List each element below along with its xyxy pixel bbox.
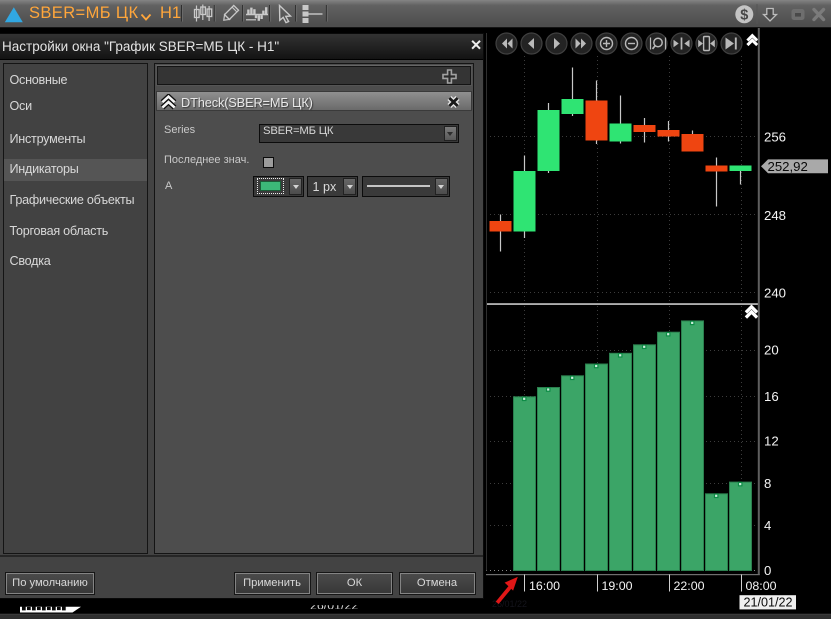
svg-text:4: 4 bbox=[764, 518, 771, 533]
svg-text:248: 248 bbox=[764, 208, 786, 223]
svg-text:$: $ bbox=[740, 7, 748, 23]
svg-text:20: 20 bbox=[764, 343, 779, 358]
svg-text:0: 0 bbox=[764, 563, 771, 578]
svg-text:21/01/22: 21/01/22 bbox=[744, 596, 793, 610]
svg-text:240: 240 bbox=[764, 285, 786, 300]
svg-text:08:00: 08:00 bbox=[746, 579, 777, 593]
svg-text:256: 256 bbox=[764, 129, 786, 144]
svg-text:16: 16 bbox=[764, 389, 779, 404]
svg-text:8: 8 bbox=[764, 476, 771, 491]
svg-text:252,92: 252,92 bbox=[768, 159, 808, 174]
svg-text:22:00: 22:00 bbox=[674, 579, 705, 593]
svg-text:16:00: 16:00 bbox=[529, 579, 560, 593]
svg-text:12: 12 bbox=[764, 434, 779, 449]
svg-text:19:00: 19:00 bbox=[602, 579, 633, 593]
